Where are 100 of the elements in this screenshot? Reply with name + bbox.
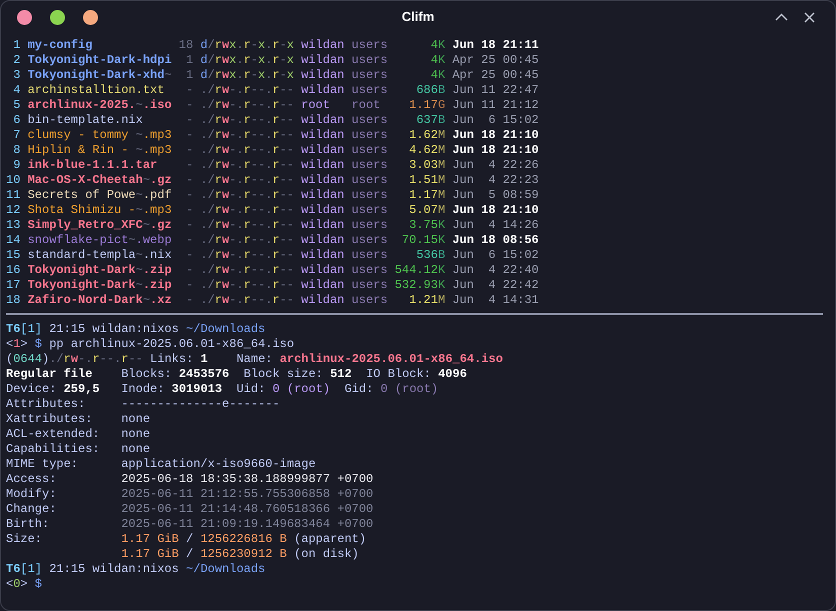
owner-name: wildan bbox=[301, 38, 344, 53]
minimize-button[interactable] bbox=[83, 10, 98, 24]
terminal-text: Xattributes: bbox=[6, 412, 92, 427]
line-number: 3 bbox=[12, 68, 20, 83]
line-number: 5 bbox=[12, 98, 20, 113]
terminal-text: $ bbox=[34, 337, 42, 352]
group-name: users bbox=[352, 293, 388, 308]
terminal-text: 1256226816 B bbox=[200, 532, 287, 547]
line-number: 11 bbox=[6, 188, 20, 203]
modified-date: Apr 25 00:45 bbox=[452, 53, 539, 68]
terminal-text: [1] bbox=[20, 322, 42, 337]
terminal-text: archlinux-2025.06.01-x86_64.iso bbox=[280, 352, 503, 367]
file-size: 5.07M bbox=[408, 203, 446, 218]
permissions: d/rwx.r-x.r-x bbox=[200, 53, 294, 68]
line-number: 6 bbox=[12, 113, 20, 128]
line-number: 17 bbox=[6, 278, 20, 293]
terminal-text: Name: bbox=[235, 352, 274, 367]
modified-date: Jun 11 21:12 bbox=[452, 98, 539, 113]
file-name: standard-templa~.nix bbox=[28, 248, 172, 263]
terminal-text: (on disk) bbox=[293, 547, 359, 562]
file-size: 3.03M bbox=[408, 158, 446, 173]
close-button[interactable] bbox=[17, 10, 32, 24]
terminal-text: > bbox=[20, 577, 28, 592]
group-name: users bbox=[352, 68, 388, 83]
line-number: 1 bbox=[12, 38, 20, 53]
terminal-text: T6 bbox=[6, 322, 20, 337]
terminal-text: 1.17 GiB bbox=[121, 532, 179, 547]
terminal-text: $ bbox=[34, 577, 42, 592]
group-name: users bbox=[352, 143, 388, 158]
terminal-text: 0 (root) bbox=[272, 382, 330, 397]
terminal-text: none bbox=[121, 412, 150, 427]
file-size: 544.12K bbox=[394, 263, 446, 278]
terminal-text: ) bbox=[42, 352, 50, 367]
modified-date: Apr 25 00:45 bbox=[452, 68, 539, 83]
terminal-text: > bbox=[20, 337, 28, 352]
owner-name: wildan bbox=[301, 128, 344, 143]
terminal-text: 21:15 wildan:nixos bbox=[48, 322, 180, 337]
file-name: Tokyonight-Dark-hdpi bbox=[28, 53, 172, 68]
permissions: ./rw-.r--.r-- bbox=[200, 173, 294, 188]
file-name: archlinux-2025.~.iso bbox=[28, 98, 172, 113]
modified-date: Jun 18 21:10 bbox=[452, 143, 539, 158]
file-name: Shota Shimizu -~.mp3 bbox=[28, 203, 172, 218]
file-size: 3.75K bbox=[408, 218, 446, 233]
chevron-up-icon[interactable] bbox=[775, 13, 788, 21]
terminal-text: 0644 bbox=[13, 352, 42, 367]
owner-name: wildan bbox=[301, 158, 344, 173]
file-size: 4K bbox=[430, 53, 446, 68]
line-number: 14 bbox=[6, 233, 20, 248]
line-number: 10 bbox=[6, 173, 20, 188]
terminal-text: 2025-06-11 21:09:19.149683464 +0700 bbox=[121, 517, 374, 532]
terminal-text: ~/Downloads bbox=[186, 322, 266, 337]
terminal-text: Access: bbox=[6, 472, 56, 487]
link-count: - bbox=[184, 278, 194, 293]
modified-date: Jun 6 15:02 bbox=[452, 113, 539, 128]
group-name: users bbox=[352, 188, 388, 203]
link-count: - bbox=[184, 113, 194, 128]
group-name: users bbox=[352, 83, 388, 98]
permissions: ./rw-.r--.r-- bbox=[200, 113, 294, 128]
file-name: Tokyonight-Dark-xhd~ bbox=[28, 68, 172, 83]
file-name: Tokyonight-Dark~.zip bbox=[28, 263, 172, 278]
link-count: - bbox=[184, 158, 194, 173]
terminal-text: Blocks: bbox=[121, 367, 173, 382]
terminal-text: ~/Downloads bbox=[186, 562, 266, 577]
group-name: users bbox=[352, 263, 388, 278]
permissions: ./rw-.r--.r-- bbox=[200, 143, 294, 158]
terminal-text: ACL-extended: bbox=[6, 427, 100, 442]
modified-date: Jun 18 21:11 bbox=[452, 38, 539, 53]
owner-name: wildan bbox=[301, 173, 344, 188]
terminal-text: Block size: bbox=[242, 367, 324, 382]
link-count: - bbox=[184, 203, 194, 218]
file-size: 532.93K bbox=[394, 278, 446, 293]
link-count: - bbox=[184, 83, 194, 98]
group-name: users bbox=[352, 158, 388, 173]
terminal-text: 0 (root) bbox=[380, 382, 438, 397]
permissions: ./rw-.r--.r-- bbox=[200, 98, 294, 113]
file-name: clumsy - tommy ~.mp3 bbox=[28, 128, 172, 143]
terminal-text: / bbox=[185, 532, 194, 547]
owner-name: wildan bbox=[301, 113, 344, 128]
terminal-text: ( bbox=[6, 352, 14, 367]
file-name: Hiplin & Rin - ~.mp3 bbox=[28, 143, 172, 158]
maximize-button[interactable] bbox=[50, 10, 65, 24]
owner-name: wildan bbox=[301, 263, 344, 278]
permissions: d/rwx.r-x.r-x bbox=[200, 68, 294, 83]
owner-name: wildan bbox=[301, 53, 344, 68]
owner-name: wildan bbox=[301, 68, 344, 83]
owner-name: wildan bbox=[301, 143, 344, 158]
terminal-text: Attributes: bbox=[6, 397, 86, 412]
terminal-text: 2453576 bbox=[178, 367, 230, 382]
terminal-text: 3019013 bbox=[172, 382, 222, 397]
window-title: Clifm bbox=[402, 8, 434, 26]
file-size: 1.17G bbox=[408, 98, 446, 113]
file-name: bin-template.nix bbox=[28, 113, 144, 128]
file-name: snowflake-pict~.webp bbox=[28, 233, 172, 248]
close-icon[interactable] bbox=[804, 12, 815, 22]
link-count: - bbox=[184, 233, 194, 248]
owner-name: wildan bbox=[301, 203, 344, 218]
terminal-text: 1 bbox=[200, 352, 208, 367]
terminal-text: Change: bbox=[6, 502, 56, 517]
group-name: users bbox=[352, 128, 388, 143]
permissions: ./rw-.r--.r-- bbox=[200, 203, 294, 218]
